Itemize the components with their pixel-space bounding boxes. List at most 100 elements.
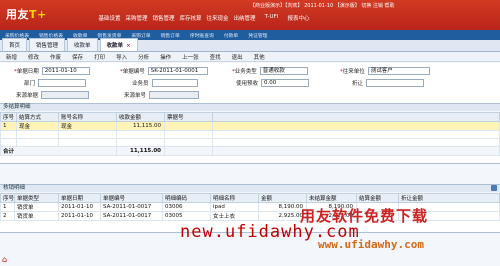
menu-item[interactable]: 采购管理 [123, 14, 150, 22]
discount-input[interactable] [366, 79, 425, 87]
doc-no-input[interactable]: SK-2011-01-0001 [147, 67, 208, 75]
prev-button[interactable]: 上一张 [182, 53, 199, 61]
menu-item[interactable]: T-UFI [258, 14, 285, 22]
menu-item[interactable]: 库存核算 [177, 14, 204, 22]
cell-item-code: 03006 [162, 202, 212, 212]
tab-receipt-active[interactable]: 收款单 × [99, 38, 138, 51]
analyze-button[interactable]: 分析 [138, 53, 149, 61]
col-header: 收款金额 [116, 112, 165, 122]
cell-type: 销货单 [14, 202, 60, 212]
quick-nav-item[interactable]: 销售订单 [156, 32, 185, 39]
doc-no-label: *单据编号 [120, 69, 145, 75]
app-logo: 用友T+ [6, 6, 47, 22]
source-no-input [149, 91, 200, 99]
col-header: 未结算金额 [306, 193, 358, 203]
cell-date: 2011-01-10 [58, 211, 102, 221]
col-header: 单据类型 [14, 193, 60, 203]
cell-no: 1 [0, 202, 16, 212]
menu-item[interactable]: 往来现金 [204, 14, 231, 22]
settle-section-title: 多结算明细 [0, 103, 500, 111]
quick-nav-item[interactable]: 凭证管理 [243, 32, 272, 39]
biz-type-label: *业务类型 [232, 69, 257, 75]
doc-date-input[interactable]: 2011-01-10 [41, 67, 90, 75]
find-button[interactable]: 查找 [210, 53, 221, 61]
tab-receipt-list[interactable]: 收款单 [67, 38, 98, 51]
table-row [0, 138, 500, 147]
dept-label: 部门 [24, 81, 36, 87]
cell-code: SA-2011-01-0017 [100, 211, 164, 221]
close-icon[interactable]: × [126, 43, 131, 49]
prepay-field: 使用预收 0.00 [236, 79, 310, 87]
edit-button[interactable]: 修改 [28, 53, 39, 61]
expand-icon[interactable] [491, 185, 497, 191]
discount-field: 折让 [352, 79, 425, 87]
menu-item[interactable]: 基础设置 [96, 14, 123, 22]
table-row [0, 130, 500, 139]
customer-label: *往来单位 [340, 69, 365, 75]
save-button[interactable]: 保存 [72, 53, 83, 61]
col-filler [212, 112, 500, 122]
other-button[interactable]: 其他 [254, 53, 265, 61]
biz-type-select[interactable]: 普通收款 [259, 67, 308, 75]
salesman-input[interactable] [151, 79, 198, 87]
source-no-label: 来源单号 [124, 93, 147, 99]
doc-date-label: *单据日期 [14, 69, 39, 75]
source-label: 来源单据 [16, 93, 39, 99]
col-header: 票据号 [164, 112, 213, 122]
salesman-field: 业务员 [132, 79, 198, 87]
logo-text: 用友 [6, 8, 29, 21]
operate-button[interactable]: 操作 [160, 53, 171, 61]
settle-grid: 序号 结算方式 账号名称 收款金额 票据号 1 现金 现金 11,115.00 … [0, 112, 500, 164]
salesman-label: 业务员 [132, 81, 149, 87]
col-header: 结算金额 [356, 193, 400, 203]
cell-ticket[interactable] [164, 121, 213, 131]
toolbar: 新增 修改 作废 保存 打印 导入 分析 操作 上一张 查找 退出 其他 [0, 52, 500, 62]
cell-method[interactable]: 现金 [16, 121, 59, 131]
table-row[interactable]: 1 现金 现金 11,115.00 [0, 121, 500, 131]
import-button[interactable]: 导入 [116, 53, 127, 61]
col-header: 单据编号 [100, 193, 164, 203]
quick-nav-item[interactable]: 付款单 [219, 32, 243, 39]
cell-item-name: 女士上衣 [210, 211, 260, 221]
void-button[interactable]: 作废 [50, 53, 61, 61]
document-tabs: 首页 销售管理 收款单 收款单 × [0, 38, 500, 52]
cell-account[interactable]: 现金 [58, 121, 117, 131]
cell-no: 2 [0, 211, 16, 221]
source-field: 来源单据 [16, 91, 90, 99]
prepay-input[interactable]: 0.00 [261, 79, 310, 87]
cell-filler [212, 121, 500, 131]
menu-item[interactable]: 报表中心 [285, 14, 312, 22]
source-input [41, 91, 90, 99]
watermark-url-2: www.ufidawhy.com [318, 238, 424, 251]
dept-input[interactable] [38, 79, 87, 87]
print-button[interactable]: 打印 [94, 53, 105, 61]
col-header: 金额 [258, 193, 308, 203]
new-button[interactable]: 新增 [6, 53, 17, 61]
menu-item[interactable]: 销售管理 [150, 14, 177, 22]
home-icon[interactable]: ⌂ [2, 256, 10, 264]
col-header: 折让金额 [398, 193, 500, 203]
main-menu: 基础设置 采购管理 销售管理 库存核算 往来现金 出纳管理 T-UFI 报表中心 [96, 14, 312, 22]
customer-field: *往来单位 测试客户 [340, 67, 430, 75]
col-header: 账号名称 [58, 112, 117, 122]
doc-date-field: *单据日期 2011-01-10 [14, 67, 90, 75]
tab-sales[interactable]: 销售管理 [29, 38, 66, 51]
dept-field: 部门 [24, 79, 87, 87]
cell-item-name: ipad [210, 202, 260, 212]
cell-date: 2011-01-10 [58, 202, 102, 212]
col-header: 结算方式 [16, 112, 59, 122]
col-header: 序号 [0, 193, 16, 203]
prepay-label: 使用预收 [236, 81, 259, 87]
quick-nav-item[interactable]: 序时账查询 [185, 32, 219, 39]
session-status: 【商业版演示】【刘欢】 2011-01-10 【演示版】 切换 注销 帮助 [250, 3, 395, 9]
cell-no: 1 [0, 121, 17, 131]
menu-item[interactable]: 出纳管理 [231, 14, 258, 22]
exit-button[interactable]: 退出 [232, 53, 243, 61]
col-header: 明细编码 [162, 193, 212, 203]
tab-home[interactable]: 首页 [2, 38, 28, 51]
total-row: 合计 11,115.00 [0, 146, 500, 156]
customer-input[interactable]: 测试客户 [367, 67, 430, 75]
tab-label: 收款单 [106, 43, 124, 49]
cell-type: 销货单 [14, 211, 60, 221]
cell-amount[interactable]: 11,115.00 [116, 121, 165, 131]
